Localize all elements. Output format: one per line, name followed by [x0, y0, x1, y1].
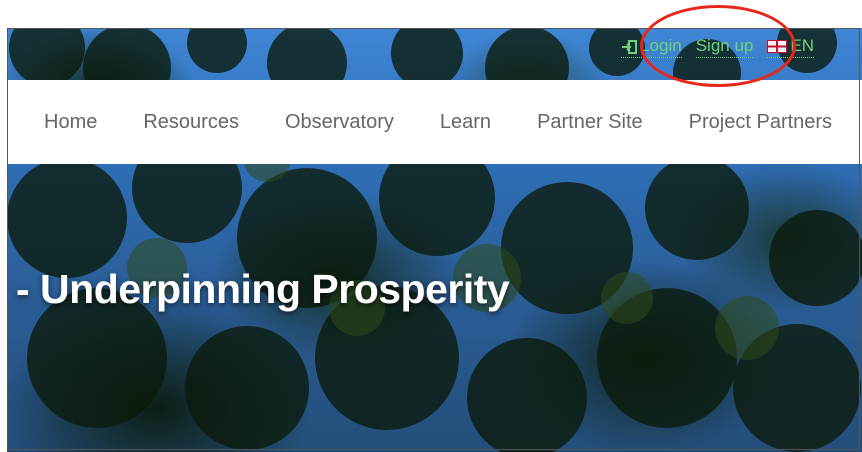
login-label: Login — [640, 36, 682, 55]
nav-item-observatory[interactable]: Observatory — [285, 111, 394, 134]
utility-links: Login Sign up EN — [621, 36, 814, 58]
nav-list: Home Resources Observatory Learn Partner… — [7, 111, 832, 134]
sign-in-icon — [621, 39, 638, 54]
page: Login Sign up EN Home Resources Observat… — [0, 0, 862, 452]
nav-item-project-partners[interactable]: Project Partners — [689, 111, 832, 134]
nav-item-home[interactable]: Home — [44, 111, 97, 134]
nav-item-partner-site[interactable]: Partner Site — [537, 111, 643, 134]
nav-item-resources[interactable]: Resources — [143, 111, 239, 134]
nav-item-learn[interactable]: Learn — [440, 111, 491, 134]
utility-bar: Login Sign up EN — [7, 28, 862, 79]
hero-title: - Underpinning Prosperity — [16, 266, 510, 312]
main-navigation: Home Resources Observatory Learn Partner… — [7, 80, 862, 164]
signup-link[interactable]: Sign up — [695, 36, 754, 58]
signup-label: Sign up — [695, 36, 754, 55]
language-selector[interactable]: EN — [767, 36, 814, 58]
language-label: EN — [790, 36, 814, 55]
login-link[interactable]: Login — [621, 36, 682, 58]
uk-flag-icon — [767, 39, 788, 53]
